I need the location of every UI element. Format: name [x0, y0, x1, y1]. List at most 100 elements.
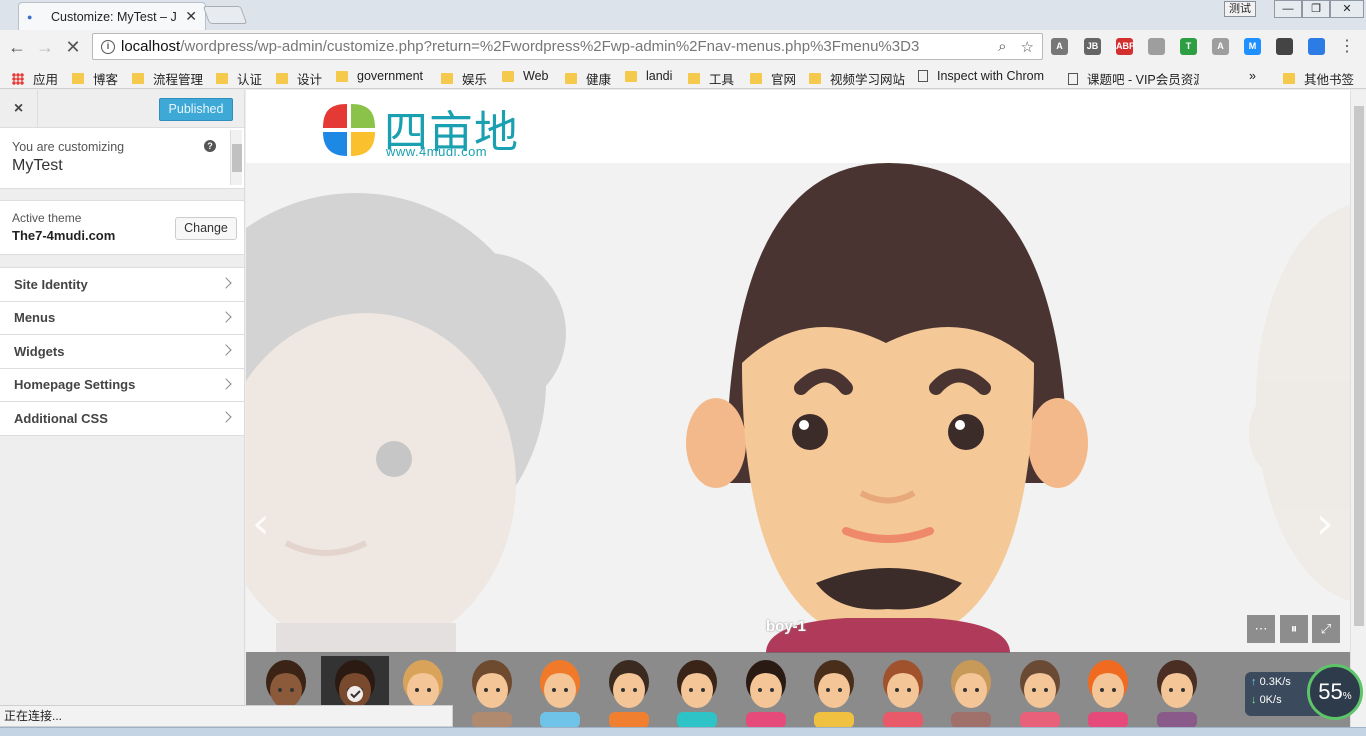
- bookmark-star-icon[interactable]: ☆: [1021, 38, 1034, 56]
- bookmark-label: 认证: [237, 73, 263, 87]
- preview-scrollbar[interactable]: [1350, 90, 1366, 727]
- section-widgets[interactable]: Widgets: [0, 335, 244, 369]
- bookmark-item[interactable]: 工具: [688, 69, 734, 88]
- change-theme-button[interactable]: Change: [175, 217, 237, 240]
- close-customizer-button[interactable]: ×: [0, 90, 38, 128]
- folder-icon: [276, 73, 288, 84]
- bookmark-item[interactable]: 视频学习网站: [809, 69, 905, 88]
- bookmark-label: 课题吧 - VIP会员资源: [1087, 73, 1199, 87]
- bookmark-item[interactable]: 官网: [750, 69, 796, 88]
- bookmark-item[interactable]: landi: [625, 69, 672, 83]
- m-ext-icon[interactable]: M: [1244, 38, 1261, 55]
- preview-scrollbar-thumb[interactable]: [1354, 106, 1364, 626]
- thumbnail-yellow-girl[interactable]: [800, 656, 868, 727]
- forward-arrow-icon[interactable]: →: [34, 36, 56, 58]
- bookmark-item[interactable]: 应用: [12, 69, 58, 88]
- customizer-sections: Site Identity Menus Widgets Homepage Settin…: [0, 267, 244, 436]
- bookmark-item[interactable]: 博客: [72, 69, 118, 88]
- customizer-sidebar: × Published You are customizing MyTest ?…: [0, 90, 245, 736]
- folder-icon: [72, 73, 84, 84]
- new-tab-button[interactable]: [202, 6, 248, 24]
- next-slide-arrow-icon[interactable]: ›: [1316, 498, 1334, 549]
- bookmarks-overflow-button[interactable]: »: [1249, 69, 1256, 83]
- bookmark-item[interactable]: 设计: [276, 69, 322, 88]
- customizer-header: × Published: [0, 90, 244, 128]
- bookmark-item[interactable]: Inspect with Chrom: [918, 69, 1044, 83]
- bookmark-item[interactable]: Web: [502, 69, 548, 83]
- help-icon[interactable]: ?: [204, 140, 216, 152]
- bookmark-label: 工具: [709, 73, 735, 87]
- bookmark-item[interactable]: 健康: [565, 69, 611, 88]
- browser-tab[interactable]: ● Customize: MyTest – J ✕: [18, 2, 206, 30]
- thumbnail-orange-girl[interactable]: [1074, 656, 1142, 727]
- clover-logo-icon: [323, 104, 375, 156]
- upload-arrow-icon: ↑: [1251, 676, 1257, 688]
- section-label: Homepage Settings: [14, 377, 136, 393]
- network-monitor-widget[interactable]: ↑ 0.3K/s ↓ 0K/s 55%: [1245, 664, 1363, 724]
- bookmark-item[interactable]: 认证: [216, 69, 262, 88]
- thumbnail-brown-boy[interactable]: [458, 656, 526, 727]
- angular-ext-icon[interactable]: A: [1051, 38, 1068, 55]
- tampermonkey-ext-icon[interactable]: T: [1180, 38, 1197, 55]
- other-bookmarks-label: 其他书签: [1304, 73, 1355, 87]
- angular2-ext-icon[interactable]: A: [1212, 38, 1229, 55]
- bookmark-label: Inspect with Chrom: [937, 69, 1044, 83]
- usage-percent: 55: [1318, 679, 1343, 704]
- section-homepage-settings[interactable]: Homepage Settings: [0, 369, 244, 402]
- adblock-ext-icon[interactable]: ABP: [1116, 38, 1135, 55]
- address-bar[interactable]: i localhost/wordpress/wp-admin/customize…: [92, 33, 1043, 60]
- folder-icon: [565, 73, 577, 84]
- active-theme-panel: Active theme The7-4mudi.com Change: [0, 200, 244, 255]
- status-bar: 正在连接...: [0, 705, 453, 727]
- pause-icon[interactable]: ⏸: [1280, 615, 1308, 643]
- stop-icon[interactable]: ✕: [62, 36, 84, 58]
- folder-icon: [809, 73, 821, 84]
- thumbnail-pink-girl[interactable]: [732, 656, 800, 727]
- fullscreen-icon[interactable]: ⤢: [1312, 615, 1340, 643]
- window-close-button[interactable]: ✕: [1330, 0, 1364, 18]
- sidebar-scrollbar[interactable]: [230, 130, 242, 185]
- scrollbar-thumb[interactable]: [232, 144, 242, 172]
- profile-button[interactable]: 测试: [1224, 1, 1256, 17]
- prev-slide-arrow-icon[interactable]: ‹: [252, 498, 270, 549]
- shield-ext-icon[interactable]: [1148, 38, 1165, 55]
- thumbnail-curly-girl[interactable]: [869, 656, 937, 727]
- other-bookmarks-folder[interactable]: 其他书签: [1283, 69, 1354, 88]
- folder-icon: [502, 70, 514, 82]
- folder-icon: [750, 73, 762, 84]
- jb-ext-icon[interactable]: JB: [1084, 38, 1101, 55]
- bookmark-label: 视频学习网站: [830, 73, 906, 87]
- section-menus[interactable]: Menus: [0, 302, 244, 335]
- thumbnail-redhead-boy[interactable]: [526, 656, 594, 727]
- back-arrow-icon[interactable]: ←: [6, 36, 28, 58]
- site-header: 四亩地 www.4mudi.com: [246, 90, 1350, 163]
- bookmark-label: 博客: [93, 73, 119, 87]
- overflow-icon: »: [1249, 69, 1256, 83]
- shield2-ext-icon[interactable]: [1308, 38, 1325, 55]
- publish-button[interactable]: Published: [159, 98, 233, 121]
- thumbnail-teal-girl[interactable]: [663, 656, 731, 727]
- restore-button[interactable]: ❐: [1302, 0, 1330, 18]
- minimize-button[interactable]: —: [1274, 0, 1302, 18]
- bookmark-item[interactable]: 课题吧 - VIP会员资源: [1068, 69, 1199, 88]
- bookmark-item[interactable]: 流程管理: [132, 69, 203, 88]
- tab-close-icon[interactable]: ✕: [185, 8, 197, 25]
- thumbnail-dark-boy[interactable]: [595, 656, 663, 727]
- bookmark-label: landi: [646, 69, 673, 83]
- thumbnail-brunette-girl[interactable]: [1143, 656, 1211, 727]
- info-icon[interactable]: i: [101, 39, 115, 54]
- pocket-ext-icon[interactable]: [1276, 38, 1293, 55]
- menu-icon[interactable]: ⋮: [1336, 36, 1358, 58]
- slide-image: [246, 163, 1350, 653]
- section-label: Menus: [14, 310, 56, 326]
- bookmark-item[interactable]: government: [336, 69, 423, 83]
- bookmark-item[interactable]: 娱乐: [441, 69, 487, 88]
- zoom-search-icon[interactable]: ⌕: [998, 38, 1006, 56]
- usage-gauge: 55%: [1307, 664, 1363, 720]
- usage-percent-unit: %: [1342, 691, 1352, 702]
- section-additional-css[interactable]: Additional CSS: [0, 402, 244, 436]
- thumbnail-bob-girl[interactable]: [1006, 656, 1074, 727]
- thumbnails-toggle-icon[interactable]: ⋯: [1247, 615, 1275, 643]
- thumbnail-blond-girl[interactable]: [937, 656, 1005, 727]
- section-site-identity[interactable]: Site Identity: [0, 268, 244, 302]
